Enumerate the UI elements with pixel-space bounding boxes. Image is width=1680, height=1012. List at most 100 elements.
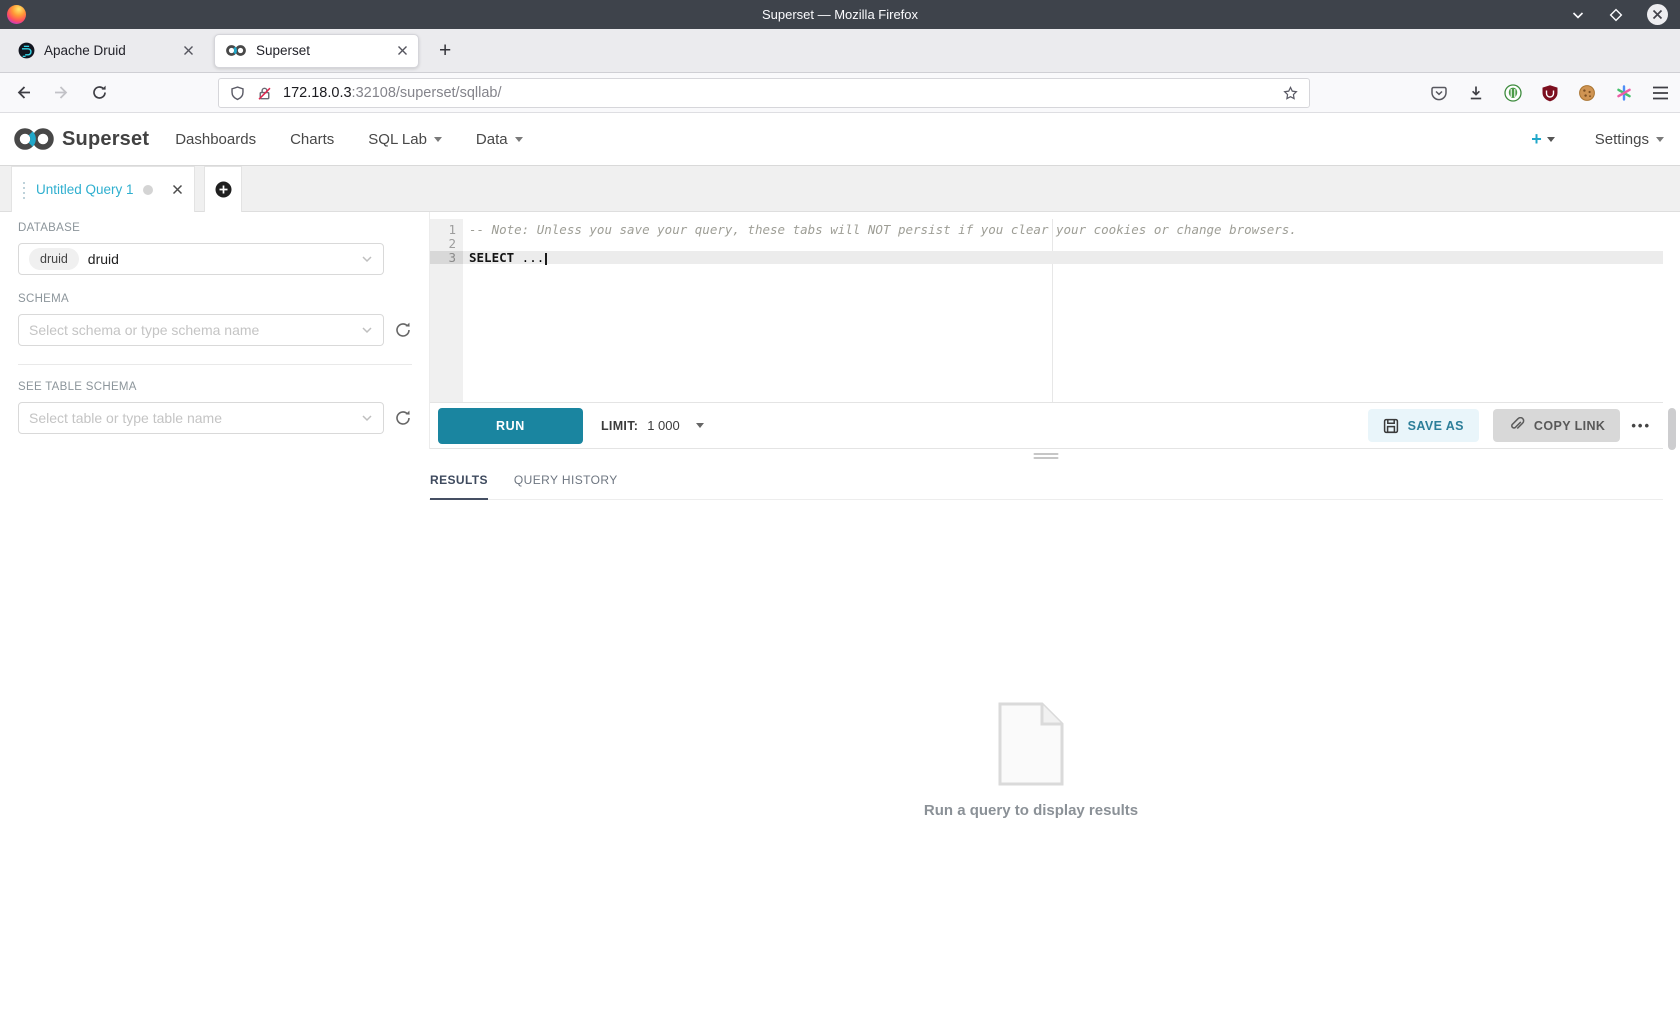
limit-label: LIMIT: <box>601 419 638 433</box>
limit-dropdown[interactable]: LIMIT: 1 000 <box>601 418 704 433</box>
sql-editor[interactable]: 1 2 3 -- Note: Unless you save your quer… <box>430 219 1663 402</box>
window-close-button[interactable] <box>1647 4 1668 25</box>
superset-logo[interactable]: Superset <box>12 127 149 151</box>
insecure-lock-icon[interactable] <box>256 85 273 102</box>
caret-down-icon <box>434 137 442 142</box>
tab-close-icon[interactable] <box>183 45 194 56</box>
privacy-badger-icon[interactable] <box>1504 84 1522 102</box>
more-actions-button[interactable]: ••• <box>1631 418 1651 433</box>
empty-file-icon <box>998 702 1064 786</box>
url-path: :32108/superset/sqllab/ <box>352 85 502 101</box>
database-label: DATABASE <box>18 222 412 234</box>
table-schema-label: SEE TABLE SCHEMA <box>18 381 412 393</box>
editor-toolbar: RUN LIMIT: 1 000 SAVE AS <box>430 402 1663 449</box>
browser-tab-title: Superset <box>256 43 310 58</box>
brand-name: Superset <box>62 128 149 151</box>
plus-icon: + <box>1531 129 1542 150</box>
chevron-down-icon <box>361 412 373 424</box>
sql-comment: -- Note: Unless you save your query, the… <box>469 222 1297 237</box>
caret-down-icon <box>696 423 704 428</box>
database-select[interactable]: druid druid <box>18 243 384 275</box>
tab-close-icon[interactable] <box>397 45 408 56</box>
editor-column: 1 2 3 -- Note: Unless you save your quer… <box>429 212 1663 1012</box>
bookmark-star-icon[interactable] <box>1282 85 1299 102</box>
schema-placeholder: Select schema or type schema name <box>29 322 259 338</box>
downloads-icon[interactable] <box>1467 84 1485 102</box>
cookie-icon[interactable] <box>1578 84 1596 102</box>
ublock-origin-icon[interactable] <box>1541 84 1559 102</box>
superset-favicon-icon <box>225 44 247 57</box>
query-tab-untitled-query-1[interactable]: Untitled Query 1 <box>11 166 195 212</box>
url-bar[interactable]: 172.18.0.3:32108/superset/sqllab/ <box>218 78 1310 108</box>
tab-query-history[interactable]: QUERY HISTORY <box>514 473 618 500</box>
refresh-schemas-icon[interactable] <box>394 321 412 339</box>
window-minimize-button[interactable] <box>1571 8 1585 22</box>
drag-handle-icon[interactable] <box>23 182 25 184</box>
window-titlebar: Superset — Mozilla Firefox <box>0 0 1680 29</box>
caret-down-icon <box>1547 137 1555 142</box>
results-tabbar: RESULTS QUERY HISTORY <box>429 473 1663 500</box>
results-empty-state: Run a query to display results <box>429 702 1663 819</box>
nav-item-sql-lab[interactable]: SQL Lab <box>368 131 442 148</box>
back-icon[interactable] <box>15 84 32 101</box>
caret-down-icon <box>1656 137 1664 142</box>
table-select[interactable]: Select table or type table name <box>18 402 384 434</box>
forward-icon[interactable] <box>53 84 70 101</box>
chevron-down-icon <box>361 253 373 265</box>
database-engine-pill: druid <box>29 248 79 270</box>
nav-item-dashboards[interactable]: Dashboards <box>175 131 256 148</box>
url-host: 172.18.0.3 <box>283 85 352 101</box>
sql-lab-main: DATABASE druid druid SCHEMA Select schem… <box>0 212 1680 1012</box>
save-as-button[interactable]: SAVE AS <box>1368 409 1479 442</box>
unsaved-indicator-dot <box>143 185 153 195</box>
empty-state-message: Run a query to display results <box>924 802 1138 819</box>
query-tab-strip: Untitled Query 1 <box>0 166 1680 212</box>
table-placeholder: Select table or type table name <box>29 410 222 426</box>
editor-gutter: 1 2 3 <box>430 219 463 402</box>
nav-item-data[interactable]: Data <box>476 131 523 148</box>
browser-tab-title: Apache Druid <box>44 43 126 58</box>
tab-results[interactable]: RESULTS <box>430 473 488 500</box>
browser-tab-apache-druid[interactable]: Apache Druid <box>8 34 204 68</box>
superset-infinity-icon <box>12 127 56 151</box>
database-selected-value: druid <box>88 251 119 267</box>
run-button[interactable]: RUN <box>438 408 583 444</box>
add-query-tab-button[interactable] <box>204 166 242 212</box>
sql-lab-sidebar: DATABASE druid druid SCHEMA Select schem… <box>0 212 429 1012</box>
nav-item-charts[interactable]: Charts <box>290 131 334 148</box>
sql-code: ... <box>514 250 544 265</box>
hamburger-menu-icon[interactable] <box>1652 86 1669 100</box>
reload-icon[interactable] <box>91 84 108 101</box>
line-number: 1 <box>430 223 463 237</box>
pocket-icon[interactable] <box>1430 84 1448 102</box>
schema-select[interactable]: Select schema or type schema name <box>18 314 384 346</box>
settings-menu[interactable]: Settings <box>1595 131 1664 148</box>
window-maximize-button[interactable] <box>1609 8 1623 22</box>
caret-down-icon <box>515 137 523 142</box>
druid-favicon-icon <box>18 42 35 59</box>
line-number-active: 3 <box>430 251 463 265</box>
query-tab-close-icon[interactable] <box>172 184 183 195</box>
extension-asterisk-icon[interactable] <box>1615 84 1633 102</box>
url-text: 172.18.0.3:32108/superset/sqllab/ <box>283 85 501 101</box>
new-item-button[interactable]: + <box>1531 129 1555 150</box>
editor-code-area[interactable]: -- Note: Unless you save your query, the… <box>463 219 1663 402</box>
schema-label: SCHEMA <box>18 293 412 305</box>
limit-value: 1 000 <box>647 418 680 433</box>
sql-keyword: SELECT <box>469 250 514 265</box>
tracking-shield-icon[interactable] <box>229 85 246 102</box>
superset-navbar: Superset Dashboards Charts SQL Lab Data … <box>0 113 1680 166</box>
browser-navigation-toolbar: 172.18.0.3:32108/superset/sqllab/ <box>0 73 1680 113</box>
pane-resize-handle-icon[interactable] <box>1034 453 1059 461</box>
browser-tabbar: Apache Druid Superset + <box>0 29 1680 73</box>
new-tab-button[interactable]: + <box>433 39 457 63</box>
query-tab-title: Untitled Query 1 <box>36 182 134 197</box>
sidebar-divider <box>18 364 412 365</box>
plus-circle-icon <box>215 181 232 198</box>
scrollbar-thumb[interactable] <box>1668 408 1676 450</box>
refresh-tables-icon[interactable] <box>394 409 412 427</box>
browser-tab-superset[interactable]: Superset <box>214 34 419 68</box>
floppy-disk-icon <box>1383 418 1399 434</box>
chevron-down-icon <box>361 324 373 336</box>
copy-link-button[interactable]: COPY LINK <box>1493 409 1620 442</box>
